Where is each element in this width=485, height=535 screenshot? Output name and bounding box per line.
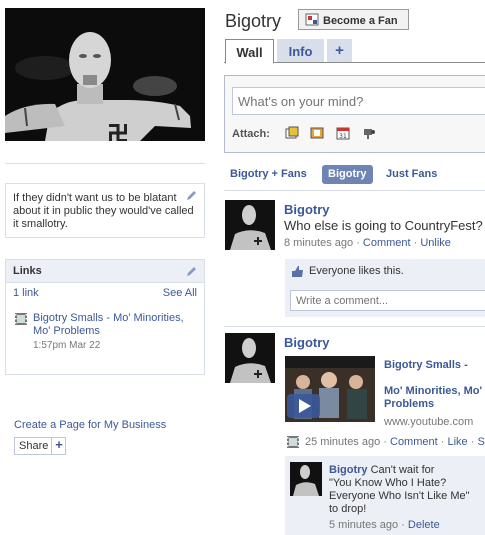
svg-text:31: 31 [339,133,347,140]
divider [224,190,485,191]
page-title: Bigotry [225,11,282,31]
post-meta: 25 minutes ago · Comment · Like · Sh [305,436,485,448]
filter-just-fans[interactable]: Just Fans [386,165,437,184]
post-time: 25 minutes ago [305,436,381,448]
profile-photo-image [5,8,205,141]
status-input[interactable] [232,87,485,115]
edit-pencil-icon[interactable] [185,190,197,202]
film-icon [15,313,27,325]
post-author[interactable]: Bigotry [284,202,330,217]
post-author[interactable]: Bigotry [284,335,330,350]
become-fan-label: Become a Fan [323,15,398,27]
video-icon[interactable] [310,126,324,140]
share-label: Share [19,440,49,452]
avatar-image [225,333,275,383]
tab-wall[interactable]: Wall [225,39,274,64]
film-icon [287,436,299,448]
post-time: 8 minutes ago [284,237,354,249]
unlike-link[interactable]: Unlike [420,237,451,249]
comment-text-1: Can't wait for [370,464,435,476]
link-item-time: 1:57pm Mar 22 [33,340,101,351]
post-message: Who else is going to CountryFest? [284,218,483,233]
avatar[interactable] [225,333,275,383]
video-domain: www.youtube.com [384,416,474,428]
like-link[interactable]: Like [447,436,467,448]
tab-bar: Wall Info + [224,39,485,64]
fan-icon [305,13,319,26]
tab-info[interactable]: Info [277,39,324,62]
photo-icon[interactable] [285,126,299,140]
comment-text-2: "You Know Who I Hate? [329,477,447,489]
bio-box: If they didn't want us to be blatant abo… [5,183,205,238]
likes-text: Everyone likes this. [309,265,404,277]
divider [5,163,205,164]
video-title-line-2[interactable]: Mo' Minorities, Mo' Problems [384,385,484,411]
share-plus-icon: + [51,437,66,455]
comment-avatar-image [290,462,322,496]
links-title: Links [13,265,42,277]
bio-text: If they didn't want us to be blatant abo… [13,192,194,230]
comment-link[interactable]: Comment [390,436,438,448]
filter-page-and-fans[interactable]: Bigotry + Fans [230,165,307,184]
avatar[interactable] [225,200,275,250]
video-frame-image [285,356,375,422]
video-title-line-1[interactable]: Bigotry Smalls - [384,359,468,371]
links-box: Links 1 link See All Bigotry Smalls - Mo… [5,259,205,375]
comment-author[interactable]: Bigotry [329,464,368,476]
video-thumbnail[interactable] [285,356,375,422]
divider [224,326,485,327]
comment-text-4: to drop! [329,503,367,515]
see-all-link[interactable]: See All [163,287,197,299]
comment-meta: 5 minutes ago · Delete [329,519,440,531]
comment-avatar[interactable] [290,462,322,496]
comment-input[interactable] [290,290,485,311]
event-icon[interactable]: 31 [336,126,350,140]
add-tab-button[interactable]: + [327,39,352,62]
comment-link[interactable]: Comment [363,237,411,249]
delete-comment-link[interactable]: Delete [408,519,440,531]
comment-time: 5 minutes ago [329,519,399,531]
post-meta: 8 minutes ago · Comment · Unlike [284,237,451,249]
avatar-image [225,200,275,250]
edit-pencil-icon[interactable] [185,266,197,278]
become-fan-button[interactable]: Become a Fan [298,9,409,30]
filter-page-only[interactable]: Bigotry [322,165,373,184]
share-link[interactable]: Sh [477,436,485,448]
create-page-link[interactable]: Create a Page for My Business [14,419,166,431]
link-icon[interactable] [362,126,376,140]
thumbs-up-icon [292,266,303,277]
comment-text-3: Everyone Who Isn't Like Me" [329,490,470,502]
share-button[interactable]: Share + [14,437,66,455]
links-count[interactable]: 1 link [13,287,39,299]
comment-body: Bigotry Can't wait for "You Know Who I H… [329,464,479,516]
profile-picture[interactable] [5,8,205,141]
link-item-title[interactable]: Bigotry Smalls - Mo' Minorities, Mo' Pro… [33,312,203,338]
attach-label: Attach: [232,128,270,140]
links-header: Links [6,260,204,283]
